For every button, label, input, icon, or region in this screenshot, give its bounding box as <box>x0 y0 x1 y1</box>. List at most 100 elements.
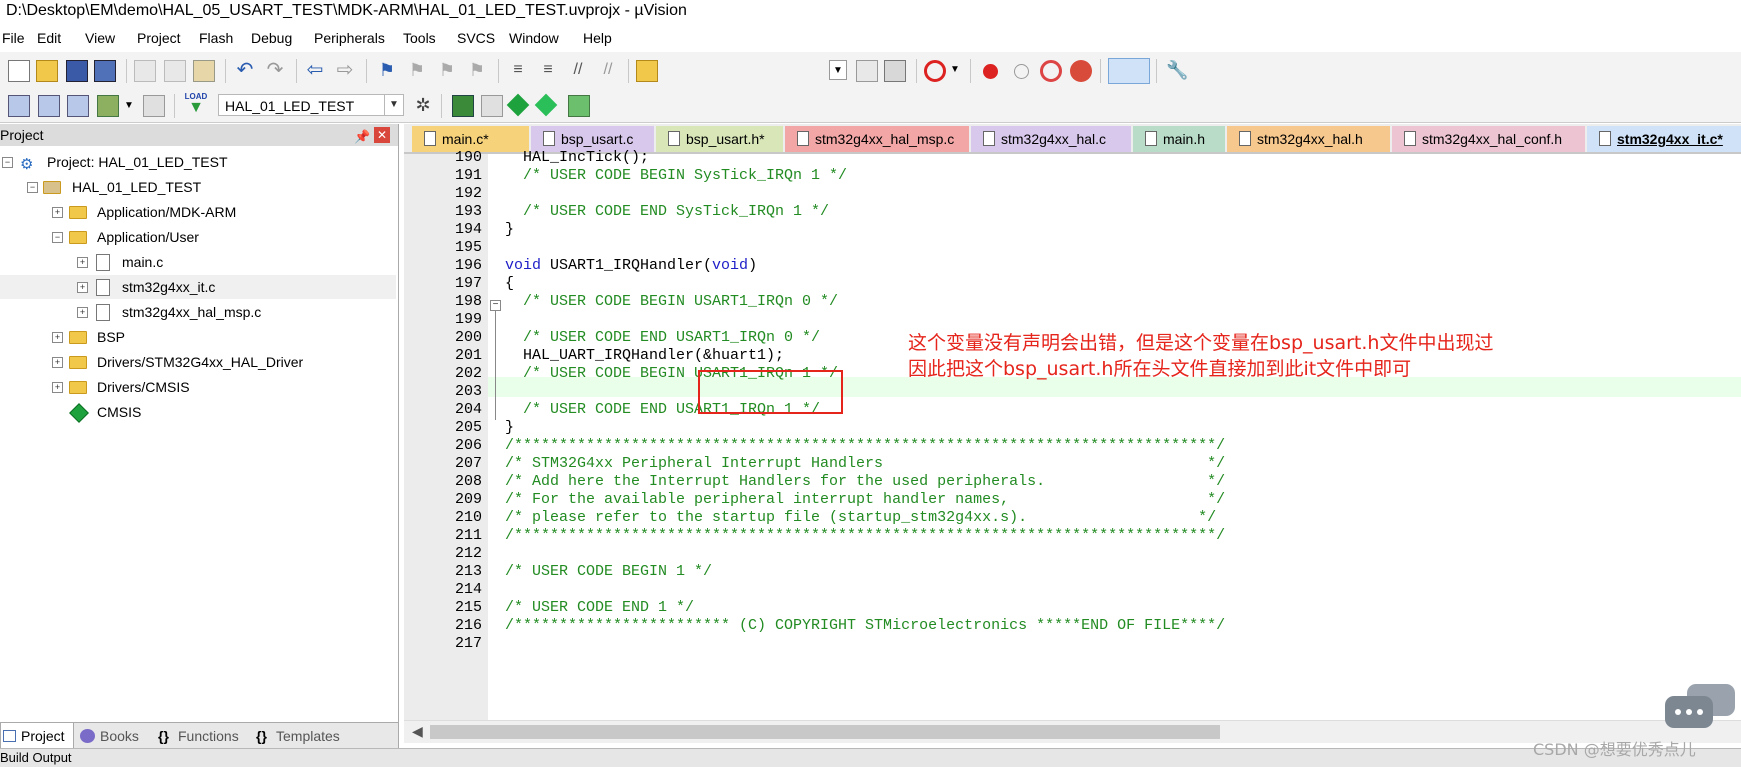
target-dropdown-icon[interactable]: ▼ <box>384 95 403 115</box>
code-line[interactable]: } <box>505 418 514 438</box>
menu-file[interactable]: File <box>2 26 25 50</box>
bookmark-icon[interactable]: ⚑ <box>376 60 398 82</box>
uncomment-icon[interactable]: // <box>597 60 619 82</box>
redo-icon[interactable]: ↷ <box>264 60 286 82</box>
save-all-icon[interactable] <box>94 60 116 82</box>
find-icon[interactable] <box>856 60 878 82</box>
tree-file-stm32g4xx-it-c[interactable]: + stm32g4xx_it.c <box>0 275 396 299</box>
expand-icon[interactable]: + <box>52 332 63 343</box>
menu-peripherals[interactable]: Peripherals <box>314 26 385 50</box>
build-icon[interactable] <box>38 95 60 117</box>
tab-stm32g4xx-hal-msp-c[interactable]: stm32g4xx_hal_msp.c <box>785 126 969 152</box>
tree-group-drivers-hal[interactable]: + Drivers/STM32G4xx_HAL_Driver <box>0 350 398 374</box>
tree-group-bsp[interactable]: + BSP <box>0 325 398 349</box>
file-extensions-icon[interactable] <box>481 95 503 117</box>
find-combo-dropdown[interactable]: ▼ <box>829 60 847 80</box>
tab-main-h[interactable]: main.h <box>1133 126 1225 152</box>
save-icon[interactable] <box>66 60 88 82</box>
new-file-icon[interactable] <box>8 60 30 82</box>
tree-project-root[interactable]: − ⚙ Project: HAL_01_LED_TEST <box>0 150 398 174</box>
cut-icon[interactable] <box>134 60 156 82</box>
rebuild-icon[interactable] <box>67 95 89 117</box>
target-select[interactable]: HAL_01_LED_TEST ▼ <box>218 94 404 116</box>
pack-installer-icon[interactable] <box>568 95 590 117</box>
collapse-icon[interactable]: − <box>2 157 13 168</box>
indent-icon[interactable]: ≡ <box>507 60 529 82</box>
tab-stm32g4xx-hal-conf-h[interactable]: stm32g4xx_hal_conf.h <box>1392 126 1585 152</box>
debug-session-icon[interactable] <box>924 60 946 82</box>
code-line[interactable]: /* USER CODE BEGIN 1 */ <box>505 562 712 582</box>
tab-stm32g4xx-it-c[interactable]: stm32g4xx_it.c* <box>1587 126 1741 152</box>
clear-bookmarks-icon[interactable]: ⚑ <box>466 60 488 82</box>
tree-file-main-c[interactable]: + main.c <box>0 250 398 274</box>
stop-build-icon[interactable] <box>143 95 165 117</box>
menu-debug[interactable]: Debug <box>251 26 292 50</box>
find-in-files-icon[interactable] <box>636 60 658 82</box>
tab-functions[interactable]: {} Functions <box>156 723 248 749</box>
disable-breakpoint-icon[interactable] <box>1014 64 1029 79</box>
menu-svcs[interactable]: SVCS <box>457 26 495 50</box>
code-line[interactable]: /* Add here the Interrupt Handlers for t… <box>505 472 1225 492</box>
scroll-left-icon[interactable]: ◀ <box>412 723 423 740</box>
code-line[interactable]: HAL_IncTick(); <box>505 148 649 168</box>
code-line[interactable]: HAL_UART_IRQHandler(&huart1); <box>505 346 784 366</box>
expand-icon[interactable]: + <box>77 282 88 293</box>
expand-icon[interactable]: + <box>52 382 63 393</box>
code-editor[interactable]: 190 191 192 193 194 195 196 197 198 199 200 201 202 2… <box>404 149 1741 720</box>
breakpoint-icon[interactable] <box>983 64 998 79</box>
next-bookmark-icon[interactable]: ⚑ <box>436 60 458 82</box>
debug-tools-icon[interactable] <box>884 60 906 82</box>
debug-dropdown-icon[interactable]: ▼ <box>950 64 962 76</box>
tab-stm32g4xx-hal-c[interactable]: stm32g4xx_hal.c <box>971 126 1131 152</box>
code-line[interactable]: /* For the available peripheral interrup… <box>505 490 1225 510</box>
menu-view[interactable]: View <box>85 26 115 50</box>
prev-bookmark-icon[interactable]: ⚑ <box>406 60 428 82</box>
expand-icon[interactable]: + <box>77 307 88 318</box>
fold-collapse-icon[interactable]: − <box>490 300 501 311</box>
menu-edit[interactable]: Edit <box>37 26 61 50</box>
comment-icon[interactable]: // <box>567 60 589 82</box>
nav-forward-icon[interactable]: ⇨ <box>334 60 356 82</box>
code-line[interactable]: void USART1_IRQHandler(void) <box>505 256 757 276</box>
nav-back-icon[interactable]: ⇦ <box>304 60 326 82</box>
code-line[interactable]: /* USER CODE END SysTick_IRQn 1 */ <box>505 202 829 222</box>
options-for-target-icon[interactable]: ✲ <box>412 95 434 117</box>
code-line[interactable]: } <box>505 220 514 240</box>
collapse-icon[interactable]: − <box>27 182 38 193</box>
manage-rte-icon[interactable] <box>506 93 530 117</box>
close-panel-icon[interactable]: ✕ <box>374 127 390 143</box>
tree-group-application-user[interactable]: − Application/User <box>0 225 398 249</box>
tree-group-application-mdk-arm[interactable]: + Application/MDK-ARM <box>0 200 398 224</box>
collapse-icon[interactable]: − <box>52 232 63 243</box>
open-folder-icon[interactable] <box>36 60 58 82</box>
translate-icon[interactable] <box>8 95 30 117</box>
paste-icon[interactable] <box>193 60 215 82</box>
expand-icon[interactable]: + <box>52 357 63 368</box>
tree-component-cmsis[interactable]: CMSIS <box>0 400 398 424</box>
unindent-icon[interactable]: ≡ <box>537 60 559 82</box>
pin-icon[interactable]: 📌 <box>354 126 370 148</box>
expand-icon[interactable]: + <box>77 257 88 268</box>
tree-group-drivers-cmsis[interactable]: + Drivers/CMSIS <box>0 375 398 399</box>
undo-icon[interactable]: ↶ <box>234 60 256 82</box>
code-line[interactable]: /************************ (C) COPYRIGHT … <box>505 616 1225 636</box>
tree-file-stm32g4xx-hal-msp-c[interactable]: + stm32g4xx_hal_msp.c <box>0 300 398 324</box>
menu-project[interactable]: Project <box>137 26 181 50</box>
code-line[interactable]: /* USER CODE BEGIN SysTick_IRQn 1 */ <box>505 166 847 186</box>
code-line[interactable]: /* please refer to the startup file (sta… <box>505 508 1216 528</box>
copy-icon[interactable] <box>164 60 186 82</box>
menu-help[interactable]: Help <box>583 26 612 50</box>
tree-target[interactable]: − HAL_01_LED_TEST <box>0 175 398 199</box>
disable-all-breakpoints-icon[interactable] <box>1040 60 1062 82</box>
code-line[interactable]: /* STM32G4xx Peripheral Interrupt Handle… <box>505 454 1225 474</box>
batch-dropdown-icon[interactable]: ▼ <box>124 100 136 112</box>
manage-project-items-icon[interactable] <box>452 95 474 117</box>
scroll-thumb[interactable] <box>430 725 1220 739</box>
menu-window[interactable]: Window <box>509 26 559 50</box>
configure-icon[interactable]: 🔧 <box>1166 60 1188 82</box>
code-line[interactable]: { <box>505 274 514 294</box>
batch-build-icon[interactable] <box>97 95 119 117</box>
code-line[interactable]: /* USER CODE END 1 */ <box>505 598 694 618</box>
code-line[interactable]: /* USER CODE END USART1_IRQn 0 */ <box>505 328 820 348</box>
tab-templates[interactable]: {} Templates <box>254 723 354 749</box>
